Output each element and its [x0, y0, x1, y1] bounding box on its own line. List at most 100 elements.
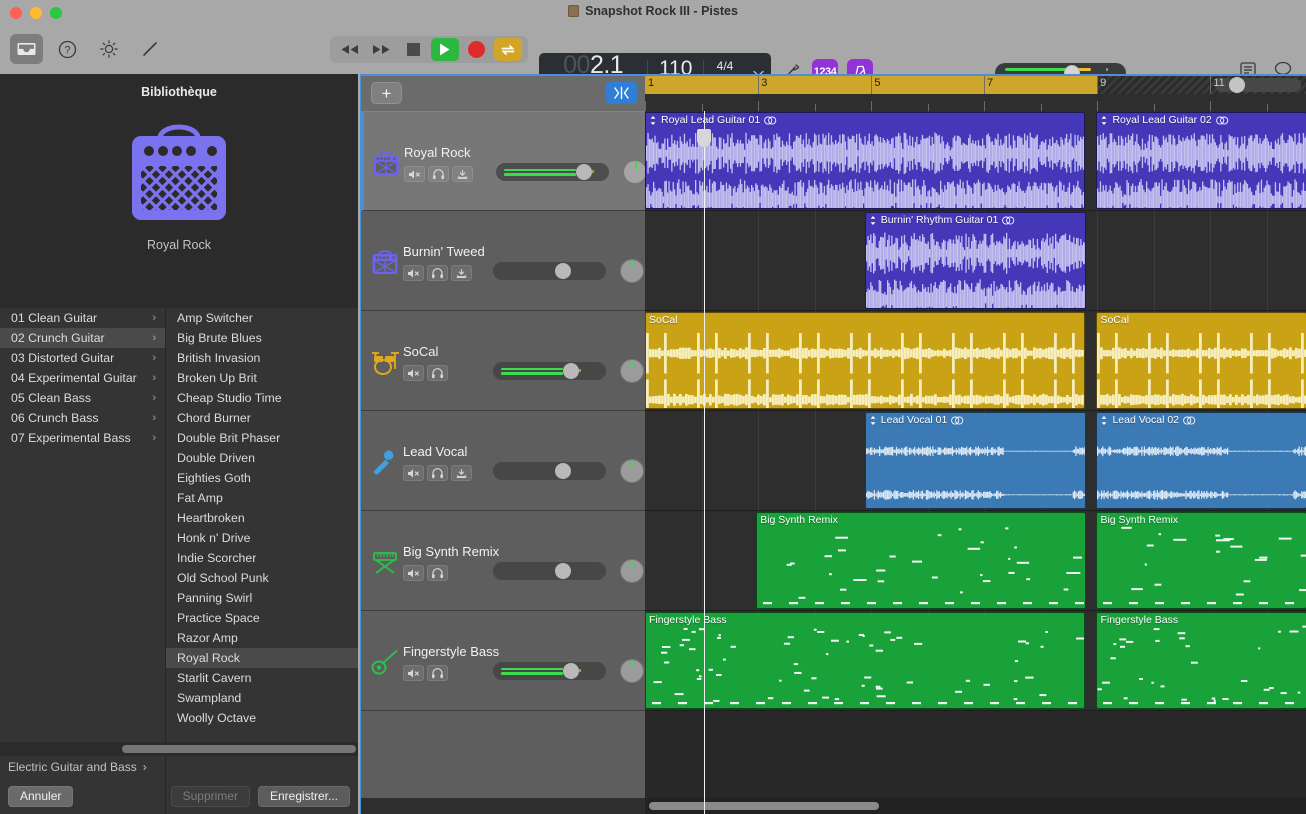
track-name[interactable]: Big Synth Remix [403, 544, 499, 559]
library-patch-item[interactable]: Double Driven [166, 448, 358, 468]
playhead-handle[interactable] [697, 129, 711, 147]
library-category-item[interactable]: 06 Crunch Bass› [0, 408, 165, 428]
track-name[interactable]: Fingerstyle Bass [403, 644, 499, 659]
track-volume-fader[interactable] [493, 562, 606, 580]
pencil-icon[interactable] [133, 34, 166, 64]
region[interactable]: Fingerstyle Bass [645, 612, 1085, 709]
breadcrumb[interactable]: Electric Guitar and Bass › [0, 756, 358, 778]
library-icon[interactable] [10, 34, 43, 64]
track-pan-knob[interactable] [620, 359, 644, 383]
library-patch-item[interactable]: Swampland [166, 688, 358, 708]
record-button[interactable] [463, 38, 491, 61]
track-name[interactable]: Royal Rock [404, 145, 470, 160]
track-lane[interactable]: Big Synth RemixBig Synth Remix [645, 511, 1306, 611]
library-patch-item[interactable]: British Invasion [166, 348, 358, 368]
mute-icon[interactable] [403, 365, 424, 381]
region[interactable]: Fingerstyle Bass [1096, 612, 1306, 709]
stop-button[interactable] [399, 38, 427, 61]
save-button[interactable]: Enregistrer... [258, 786, 350, 807]
track-volume-knob[interactable] [555, 263, 571, 279]
region[interactable]: Burnin' Rhythm Guitar 01 [865, 212, 1086, 309]
track-volume-fader[interactable] [493, 462, 606, 480]
library-horizontal-scrollbar[interactable] [0, 742, 358, 756]
library-patch-item[interactable]: Chord Burner [166, 408, 358, 428]
library-category-item[interactable]: 04 Experimental Guitar› [0, 368, 165, 388]
track-volume-knob[interactable] [576, 164, 592, 180]
record-enable-icon[interactable] [451, 465, 472, 481]
track-header[interactable]: Lead Vocal [361, 411, 645, 511]
library-patch-item[interactable]: Panning Swirl [166, 588, 358, 608]
timeline-ruler[interactable]: 1357911 [645, 76, 1306, 111]
zoom-slider[interactable] [1215, 78, 1301, 92]
track-pan-knob[interactable] [620, 659, 644, 683]
rewind-icon[interactable] [336, 38, 364, 61]
library-category-item[interactable]: 07 Experimental Bass› [0, 428, 165, 448]
solo-headphone-icon[interactable] [427, 465, 448, 481]
track-header[interactable]: SoCal [361, 311, 645, 411]
library-patch-item[interactable]: Heartbroken [166, 508, 358, 528]
library-patch-item[interactable]: Fat Amp [166, 488, 358, 508]
add-track-button[interactable]: + [371, 82, 402, 104]
region[interactable]: Big Synth Remix [756, 512, 1086, 609]
track-volume-fader[interactable] [496, 163, 609, 181]
playhead[interactable] [704, 111, 705, 814]
library-patch-item[interactable]: Royal Rock [166, 648, 358, 668]
track-header[interactable]: Royal Rock [361, 111, 645, 211]
library-patch-item[interactable]: Honk n' Drive [166, 528, 358, 548]
region[interactable]: Royal Lead Guitar 02 [1096, 112, 1306, 209]
flex-time-icon[interactable] [606, 82, 637, 104]
cancel-button[interactable]: Annuler [8, 786, 73, 807]
track-header[interactable]: Burnin' Tweed [361, 211, 645, 311]
timeline-horizontal-scrollbar[interactable] [645, 798, 1306, 814]
track-pan-knob[interactable] [620, 559, 644, 583]
track-pan-knob[interactable] [620, 259, 644, 283]
library-patch-item[interactable]: Broken Up Brit [166, 368, 358, 388]
track-header[interactable]: Fingerstyle Bass [361, 611, 645, 711]
track-header[interactable]: Big Synth Remix [361, 511, 645, 611]
track-volume-knob[interactable] [563, 663, 579, 679]
library-category-item[interactable]: 01 Clean Guitar› [0, 308, 165, 328]
solo-headphone-icon[interactable] [427, 665, 448, 681]
track-volume-knob[interactable] [563, 363, 579, 379]
play-button[interactable] [431, 38, 459, 61]
track-name[interactable]: Lead Vocal [403, 444, 467, 459]
brightness-icon[interactable] [92, 34, 125, 64]
library-patch-item[interactable]: Starlit Cavern [166, 668, 358, 688]
help-icon[interactable]: ? [51, 34, 84, 64]
mute-icon[interactable] [403, 565, 424, 581]
cycle-button[interactable] [494, 38, 522, 61]
track-volume-fader[interactable] [493, 362, 606, 380]
mute-icon[interactable] [403, 265, 424, 281]
timeline-lanes[interactable]: Royal Lead Guitar 01Royal Lead Guitar 02… [645, 111, 1306, 814]
library-patch-item[interactable]: Old School Punk [166, 568, 358, 588]
mute-icon[interactable] [403, 465, 424, 481]
library-patch-item[interactable]: Eighties Goth [166, 468, 358, 488]
solo-headphone-icon[interactable] [427, 565, 448, 581]
zoom-slider-knob[interactable] [1229, 77, 1245, 93]
solo-headphone-icon[interactable] [427, 265, 448, 281]
solo-headphone-icon[interactable] [428, 166, 449, 182]
library-patch-item[interactable]: Woolly Octave [166, 708, 358, 728]
fast-forward-icon[interactable] [368, 38, 396, 61]
region[interactable]: Lead Vocal 01 [865, 412, 1086, 509]
library-patch-item[interactable]: Indie Scorcher [166, 548, 358, 568]
mute-icon[interactable] [404, 166, 425, 182]
library-patch-item[interactable]: Razor Amp [166, 628, 358, 648]
library-patch-item[interactable]: Big Brute Blues [166, 328, 358, 348]
library-patch-list[interactable]: Amp SwitcherBig Brute BluesBritish Invas… [166, 308, 358, 814]
track-lane[interactable]: Lead Vocal 01Lead Vocal 02 [645, 411, 1306, 511]
library-category-item[interactable]: 05 Clean Bass› [0, 388, 165, 408]
track-lane[interactable]: Royal Lead Guitar 01Royal Lead Guitar 02 [645, 111, 1306, 211]
track-pan-knob[interactable] [623, 160, 647, 184]
library-patch-item[interactable]: Practice Space [166, 608, 358, 628]
scrollbar-thumb[interactable] [649, 802, 879, 810]
region[interactable]: Big Synth Remix [1096, 512, 1306, 609]
record-enable-icon[interactable] [452, 166, 473, 182]
record-enable-icon[interactable] [451, 265, 472, 281]
track-name[interactable]: SoCal [403, 344, 438, 359]
solo-headphone-icon[interactable] [427, 365, 448, 381]
region[interactable]: Royal Lead Guitar 01 [645, 112, 1085, 209]
region[interactable]: SoCal [1096, 312, 1306, 409]
track-volume-fader[interactable] [493, 662, 606, 680]
mute-icon[interactable] [403, 665, 424, 681]
